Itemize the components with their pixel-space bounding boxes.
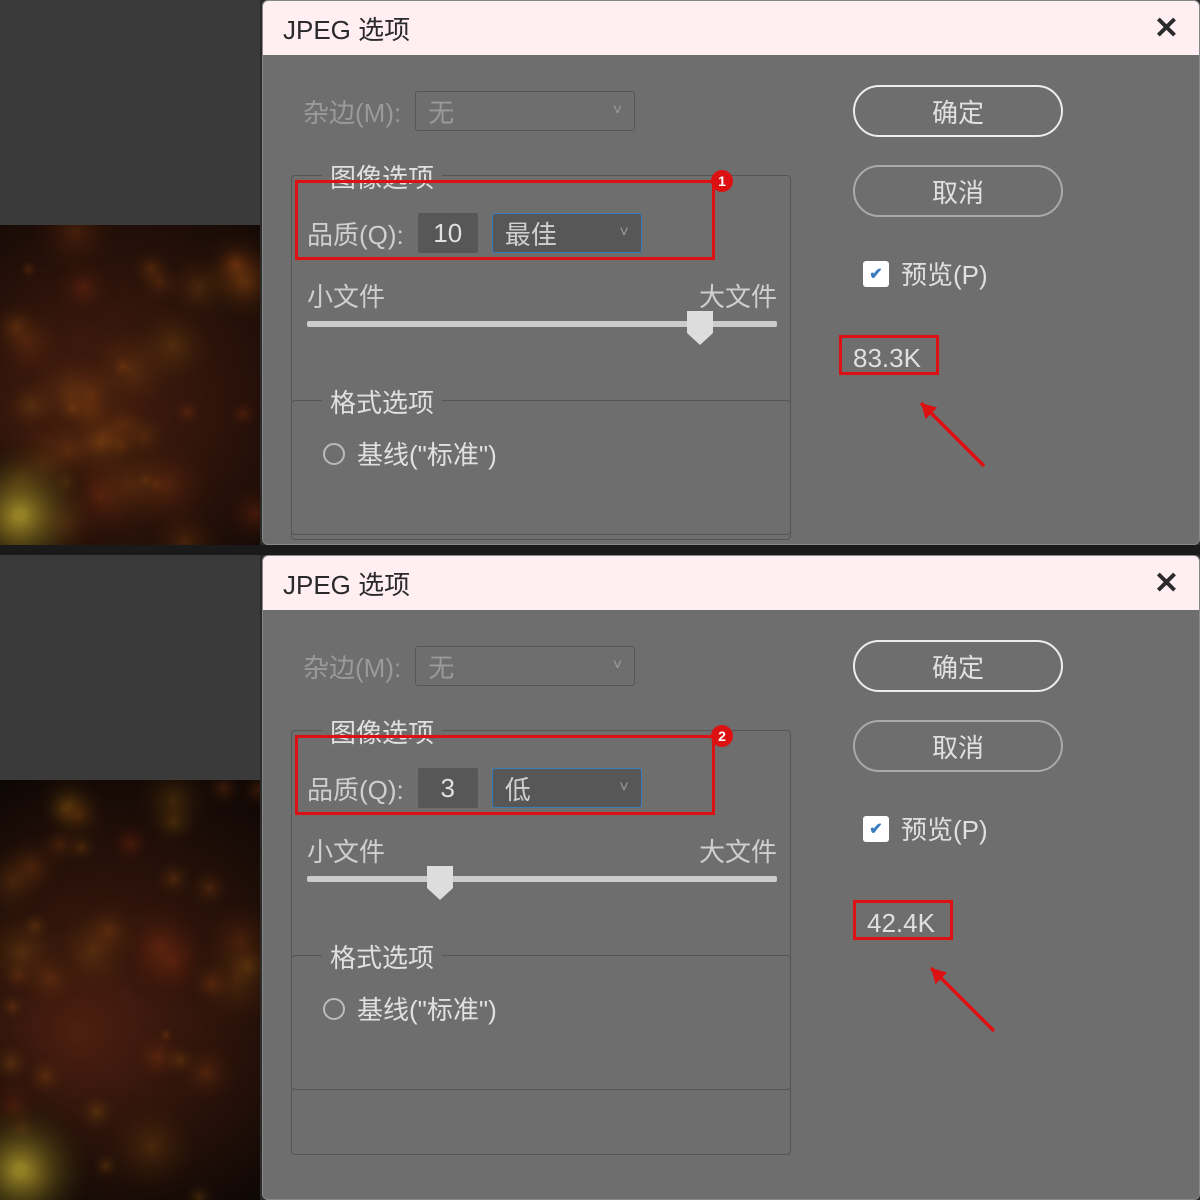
preview-label: 预览(P) bbox=[901, 255, 988, 292]
image-options-legend: 图像选项 bbox=[322, 158, 442, 195]
matte-select[interactable]: 无 ˅ bbox=[415, 91, 635, 131]
chevron-down-icon: ˅ bbox=[619, 224, 628, 242]
jpeg-options-dialog: JPEG 选项 ✕ 杂边(M): 无 ˅ 图像选项 品质(Q): 10 最 bbox=[262, 0, 1200, 545]
image-options-legend: 图像选项 bbox=[322, 713, 442, 750]
preview-checkbox[interactable]: ✔ 预览(P) bbox=[863, 810, 988, 847]
slider-max-label: 大文件 bbox=[699, 277, 777, 314]
format-options-legend: 格式选项 bbox=[322, 938, 442, 975]
baseline-label: 基线("标准") bbox=[357, 990, 497, 1027]
filesize-text: 83.3K bbox=[845, 341, 929, 376]
preview-checkbox[interactable]: ✔ 预览(P) bbox=[863, 255, 988, 292]
chevron-down-icon: ˅ bbox=[613, 102, 622, 120]
quality-preset-value: 最佳 bbox=[505, 215, 557, 252]
quality-preset-select[interactable]: 低 ˅ bbox=[492, 768, 642, 808]
close-icon[interactable]: ✕ bbox=[1154, 11, 1179, 46]
quality-input[interactable]: 10 bbox=[418, 213, 478, 253]
annotation-arrow bbox=[903, 385, 993, 475]
matte-value: 无 bbox=[428, 648, 454, 685]
baseline-radio[interactable]: 基线("标准") bbox=[323, 435, 497, 472]
slider-min-label: 小文件 bbox=[307, 277, 385, 314]
titlebar: JPEG 选项 ✕ bbox=[263, 556, 1199, 610]
chevron-down-icon: ˅ bbox=[613, 657, 622, 675]
quality-input[interactable]: 3 bbox=[418, 768, 478, 808]
preview-label: 预览(P) bbox=[901, 810, 988, 847]
checkmark-icon: ✔ bbox=[863, 816, 889, 842]
baseline-radio[interactable]: 基线("标准") bbox=[323, 990, 497, 1027]
radio-icon bbox=[323, 998, 345, 1020]
filesize-text: 42.4K bbox=[859, 906, 943, 941]
thumbnail-image bbox=[0, 225, 260, 545]
radio-icon bbox=[323, 443, 345, 465]
dialog-title: JPEG 选项 bbox=[283, 10, 410, 47]
annotation-badge: 1 bbox=[711, 170, 733, 192]
jpeg-options-dialog: JPEG 选项 ✕ 杂边(M): 无 ˅ 图像选项 品质(Q): 3 低 ˅ bbox=[262, 555, 1200, 1200]
chevron-down-icon: ˅ bbox=[619, 779, 628, 797]
quality-label: 品质(Q): bbox=[307, 770, 404, 807]
quality-preset-select[interactable]: 最佳 ˅ bbox=[492, 213, 642, 253]
format-options-legend: 格式选项 bbox=[322, 383, 442, 420]
cancel-button[interactable]: 取消 bbox=[853, 165, 1063, 217]
close-icon[interactable]: ✕ bbox=[1154, 566, 1179, 601]
titlebar: JPEG 选项 ✕ bbox=[263, 1, 1199, 55]
annotation-badge: 2 bbox=[711, 725, 733, 747]
thumbnail-image bbox=[0, 780, 260, 1200]
matte-label: 杂边(M): bbox=[303, 93, 401, 130]
matte-label: 杂边(M): bbox=[303, 648, 401, 685]
matte-value: 无 bbox=[428, 93, 454, 130]
quality-preset-value: 低 bbox=[505, 770, 531, 807]
checkmark-icon: ✔ bbox=[863, 261, 889, 287]
slider-thumb[interactable] bbox=[427, 866, 453, 888]
quality-label: 品质(Q): bbox=[307, 215, 404, 252]
quality-slider[interactable] bbox=[307, 317, 777, 331]
slider-max-label: 大文件 bbox=[699, 832, 777, 869]
baseline-label: 基线("标准") bbox=[357, 435, 497, 472]
dialog-title: JPEG 选项 bbox=[283, 565, 410, 602]
quality-slider[interactable] bbox=[307, 872, 777, 886]
cancel-button[interactable]: 取消 bbox=[853, 720, 1063, 772]
slider-min-label: 小文件 bbox=[307, 832, 385, 869]
ok-button[interactable]: 确定 bbox=[853, 640, 1063, 692]
slider-thumb[interactable] bbox=[687, 311, 713, 333]
annotation-arrow bbox=[913, 950, 1003, 1040]
matte-select[interactable]: 无 ˅ bbox=[415, 646, 635, 686]
ok-button[interactable]: 确定 bbox=[853, 85, 1063, 137]
